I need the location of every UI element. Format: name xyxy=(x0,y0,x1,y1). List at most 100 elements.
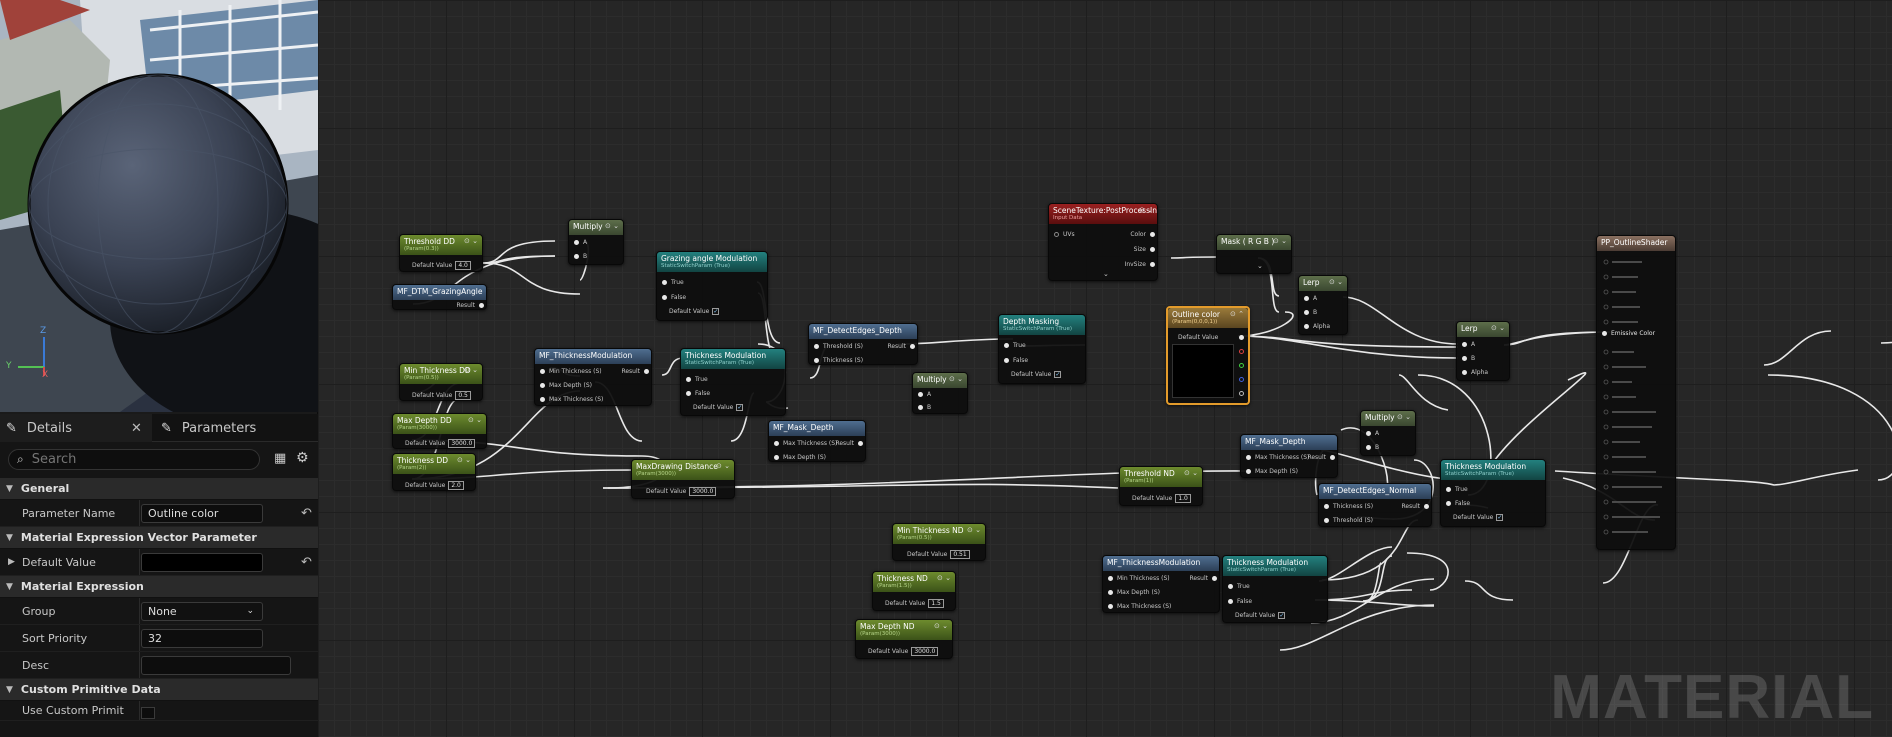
color-preview-swatch[interactable] xyxy=(1172,344,1234,398)
node-grazing-angle-modulation[interactable]: Grazing angle Modulation StaticSwitchPara… xyxy=(656,251,768,321)
sort-priority-field[interactable]: 32 xyxy=(141,628,263,648)
node-lerp-1[interactable]: Lerp ⊙ ⌄ A B Alpha xyxy=(1298,275,1348,335)
node-title: MF_Mask_Depth xyxy=(773,423,834,432)
node-max-depth-dd[interactable]: Max Depth DD (Param(3000)) ⊙ ⌄ Default Val… xyxy=(392,413,487,449)
default-value-input[interactable]: 3000.0 xyxy=(689,487,717,496)
node-title: MF_Mask_Depth xyxy=(1245,437,1306,446)
node-mf-detect-edges-depth[interactable]: MF_DetectEdges_Depth Threshold (S) Thick… xyxy=(808,323,918,365)
false-input-pin: False xyxy=(685,390,711,397)
true-input-pin: True xyxy=(662,279,684,286)
max-thickness-pin: Max Thickness (S) xyxy=(773,440,838,447)
node-pp-outline-shader[interactable]: PP_OutlineShader Emissive Color xyxy=(1596,235,1676,550)
input-b-pin: B xyxy=(917,404,932,411)
node-outline-color[interactable]: Outline color (Param(0,0,0,1)) ⊙ ⌃ Default… xyxy=(1166,306,1250,405)
node-min-thickness-dd[interactable]: Min Thickness DD (Param(0.5)) ⊙ ⌄ Default … xyxy=(399,363,483,401)
node-subtitle: (Param(0.5)) xyxy=(897,535,932,541)
preview-scene xyxy=(0,0,318,412)
checkbox-checked-icon[interactable]: ✓ xyxy=(1278,612,1286,619)
node-multiply-1[interactable]: Multiply ⊙ ⌄ A B xyxy=(568,219,624,265)
default-value-input[interactable]: 0.51 xyxy=(950,550,970,559)
tab-parameters[interactable]: ✎ Parameters xyxy=(153,414,303,442)
node-mf-thickness-modulation-2[interactable]: MF_ThicknessModulation Min Thickness (S)… xyxy=(1102,555,1220,613)
default-value-input[interactable]: 3000.0 xyxy=(448,439,476,448)
default-value-input[interactable]: 3000.0 xyxy=(911,647,939,656)
true-input-pin: True xyxy=(1228,583,1250,590)
group-label: Group xyxy=(22,604,56,618)
node-threshold-dd[interactable]: Threshold DD (Param(0.3)) ⊙ ⌄ Default Valu… xyxy=(399,234,483,272)
checkbox-checked-icon[interactable]: ✓ xyxy=(736,404,744,411)
node-threshold-nd[interactable]: Threshold ND (Param(1)) ⊙ ⌄ Default Value 1… xyxy=(1119,466,1203,506)
node-collapse-icon: ⊙ ⌄ xyxy=(1139,206,1153,214)
node-subtitle: StaticSwitchParam (True) xyxy=(685,360,755,366)
desc-field[interactable] xyxy=(141,655,291,675)
node-thickness-modulation-right[interactable]: Thickness Modulation StaticSwitchParam (T… xyxy=(1440,459,1546,527)
input-a-pin: A xyxy=(573,239,588,246)
default-value-input[interactable]: 2.0 xyxy=(448,481,464,490)
result-output-pin: Result xyxy=(621,368,649,375)
node-min-thickness-nd[interactable]: Min Thickness ND (Param(0.5)) ⊙ ⌄ Default … xyxy=(892,523,986,561)
use-custom-primitive-label: Use Custom Primit xyxy=(22,704,124,717)
checkbox-checked-icon[interactable]: ✓ xyxy=(1054,371,1062,378)
search-box[interactable]: ⌕ xyxy=(8,449,260,470)
node-multiply-2[interactable]: Multiply ⊙ ⌄ A B xyxy=(912,372,968,414)
category-material-expression[interactable]: ▼ Material Expression xyxy=(0,576,318,598)
default-value-label: Default Value xyxy=(1453,514,1494,521)
node-thickness-modulation-2[interactable]: Thickness Modulation StaticSwitchParam (T… xyxy=(1222,555,1328,623)
node-lerp-2[interactable]: Lerp ⊙ ⌄ A B Alpha xyxy=(1456,321,1510,381)
close-icon[interactable]: ✕ xyxy=(131,421,142,436)
node-subtitle: StaticSwitchParam (True) xyxy=(661,263,731,269)
reset-arrow-icon[interactable]: ↶ xyxy=(301,506,312,521)
node-mf-mask-depth-1[interactable]: MF_Mask_Depth Max Thickness (S) Max Dept… xyxy=(768,420,866,462)
node-collapse-icon: ⊙ ⌄ xyxy=(949,375,963,383)
node-mf-dtm-grazing-angle[interactable]: MF_DTM_GrazingAngle Result xyxy=(392,284,487,310)
material-watermark: MATERIAL xyxy=(1550,663,1874,732)
node-depth-masking[interactable]: Depth Masking StaticSwitchParam (True) Tr… xyxy=(998,314,1086,384)
node-title: MF_ThicknessModulation xyxy=(1107,558,1201,567)
default-value-input[interactable]: 1.0 xyxy=(1175,494,1191,503)
category-vector-parameter[interactable]: ▼ Material Expression Vector Parameter xyxy=(0,527,318,549)
default-value-input[interactable]: 1.5 xyxy=(928,599,944,608)
node-mf-detect-edges-normal[interactable]: MF_DetectEdges_Normal Thickness (S) Thre… xyxy=(1318,483,1432,527)
search-input[interactable] xyxy=(29,451,230,468)
category-custom-primitive[interactable]: ▼ Custom Primitive Data xyxy=(0,679,318,701)
thickness-pin: Thickness (S) xyxy=(1323,503,1374,510)
category-general[interactable]: ▼ General xyxy=(0,478,318,500)
parameter-name-field[interactable]: Outline color xyxy=(141,503,263,523)
alpha-input-pin: Alpha xyxy=(1461,369,1489,376)
gear-icon[interactable]: ⚙ xyxy=(296,450,309,466)
node-thickness-dd[interactable]: Thickness DD (Param(2)) ⊙ ⌄ Default Value 2… xyxy=(392,453,476,491)
node-max-depth-nd[interactable]: Max Depth ND (Param(3000)) ⊙ ⌄ Default Val… xyxy=(855,619,953,659)
default-value-input[interactable]: 0.5 xyxy=(455,391,471,400)
node-title: Thickness Modulation xyxy=(1445,462,1527,471)
node-thickness-modulation-1[interactable]: Thickness Modulation StaticSwitchParam (T… xyxy=(680,348,786,416)
node-multiply-3[interactable]: Multiply ⊙ ⌄ A B xyxy=(1360,410,1416,456)
result-output-pin: Result xyxy=(1401,503,1429,510)
node-max-drawing-distance[interactable]: MaxDrawing Distance (Param(3000)) ⊙ ⌄ Defa… xyxy=(631,459,735,499)
node-mask-rgb[interactable]: Mask ( R G B ) ⊙ ⌄ ⌄ xyxy=(1216,234,1292,274)
default-value-label: Default Value xyxy=(1011,371,1052,378)
use-custom-primitive-checkbox[interactable] xyxy=(141,707,155,719)
reset-arrow-icon[interactable]: ↶ xyxy=(301,555,312,570)
node-scene-texture[interactable]: SceneTexture:PostProcessInput0Input Data… xyxy=(1048,203,1158,281)
left-panel: Z Y X ✎ Details ✕ ✎ Parameters ⌕ ▦ ⚙ ▼ xyxy=(0,0,318,737)
node-mf-mask-depth-2[interactable]: MF_Mask_Depth Max Thickness (S) Max Dept… xyxy=(1240,434,1338,478)
tab-details[interactable]: ✎ Details ✕ xyxy=(0,414,152,442)
node-collapse-icon: ⊙ ⌄ xyxy=(457,456,471,464)
alpha-input-pin: Alpha xyxy=(1303,323,1331,330)
max-thickness-pin: Max Thickness (S) xyxy=(1107,603,1172,610)
group-dropdown[interactable]: None ⌄ xyxy=(141,601,263,621)
min-thickness-pin: Min Thickness (S) xyxy=(540,368,602,375)
default-value-label: Default Value xyxy=(412,262,453,269)
node-mf-thickness-modulation-1[interactable]: MF_ThicknessModulation Min Thickness (S)… xyxy=(534,348,652,406)
material-preview-viewport[interactable]: Z Y X xyxy=(0,0,318,412)
checkbox-checked-icon[interactable]: ✓ xyxy=(1496,514,1504,521)
node-thickness-nd[interactable]: Thickness ND (Param(1.5)) ⊙ ⌄ Default Valu… xyxy=(872,571,956,611)
node-collapse-icon: ⊙ ⌄ xyxy=(468,416,482,424)
material-graph[interactable]: Threshold DD (Param(0.3)) ⊙ ⌄ Default Valu… xyxy=(318,0,1892,737)
node-subtitle: (Param(1.5)) xyxy=(877,583,912,589)
chevron-right-icon[interactable]: ▶ xyxy=(8,557,15,567)
default-value-color-swatch[interactable] xyxy=(141,552,263,572)
default-value-input[interactable]: 4.0 xyxy=(455,261,471,270)
checkbox-checked-icon[interactable]: ✓ xyxy=(712,308,720,315)
table-view-icon[interactable]: ▦ xyxy=(274,451,286,466)
